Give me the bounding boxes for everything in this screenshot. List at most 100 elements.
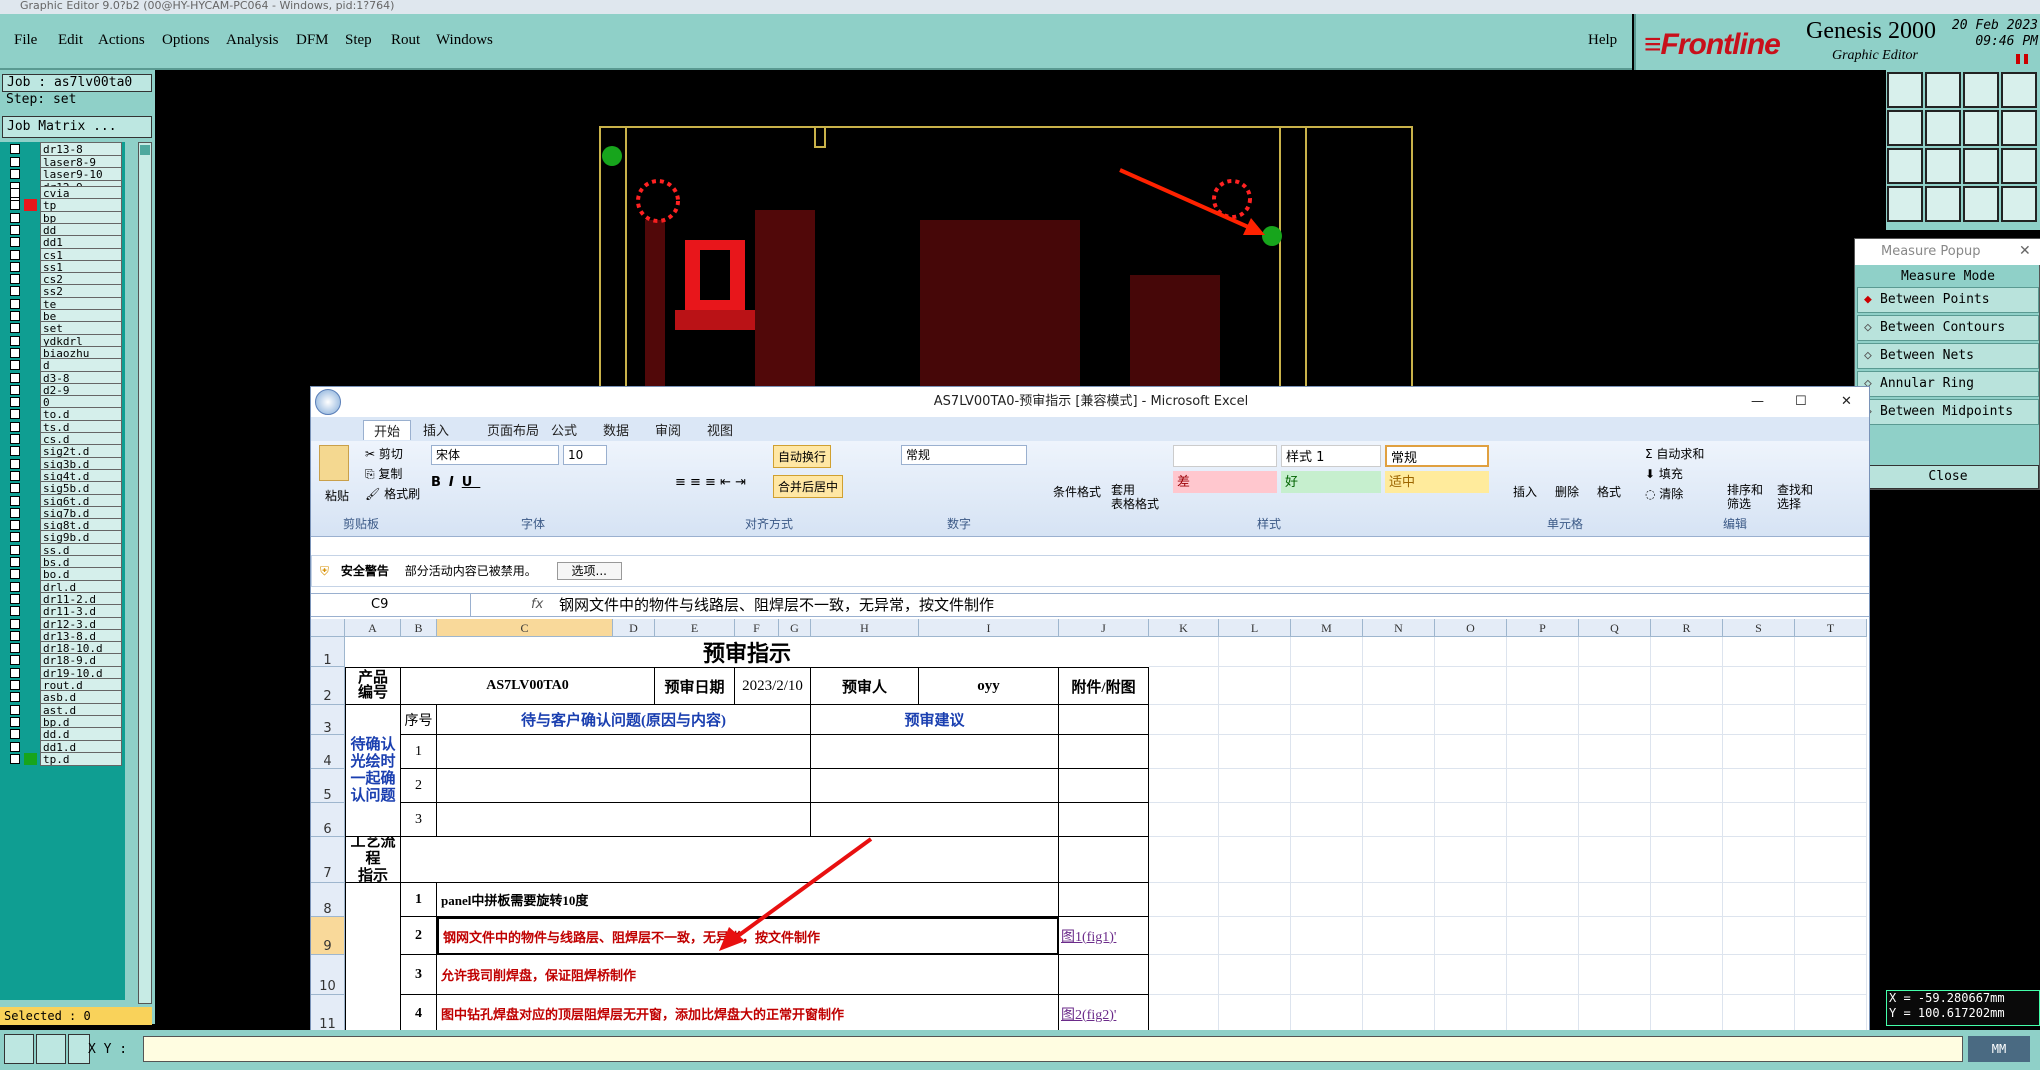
issue-cell[interactable] — [437, 769, 811, 803]
row-header[interactable]: 2 — [311, 667, 345, 705]
style-blank[interactable] — [1173, 445, 1277, 467]
review-date[interactable]: 2023/2/10 — [735, 667, 811, 705]
process-label[interactable]: 工艺流程 指示 — [345, 837, 401, 883]
scroll-up-icon[interactable] — [140, 145, 150, 155]
layer-checkbox[interactable] — [10, 200, 20, 211]
format-painter-button[interactable]: 🖌 格式刷 — [365, 485, 420, 502]
suggest-cell[interactable] — [811, 803, 1059, 837]
tab-1[interactable]: 插入 — [423, 420, 449, 439]
style-1[interactable]: 样式 1 — [1281, 445, 1381, 467]
attach-label[interactable]: 附件/附图 — [1059, 667, 1149, 705]
grid-cell[interactable] — [1579, 837, 1651, 883]
layer-checkbox[interactable] — [10, 323, 20, 334]
cut-button[interactable]: ✂ 剪切 — [365, 445, 403, 462]
grid-cell[interactable] — [1363, 955, 1435, 995]
issue-cell[interactable] — [437, 735, 811, 769]
grid-cell[interactable] — [1435, 995, 1507, 1033]
grid-cell[interactable] — [1723, 917, 1795, 955]
reviewer-label[interactable]: 预审人 — [811, 667, 919, 705]
column-header[interactable]: G — [779, 619, 811, 637]
layer-checkbox[interactable] — [10, 335, 20, 346]
menu-step[interactable]: Step — [345, 32, 372, 49]
layer-checkbox[interactable] — [10, 237, 20, 248]
layer-checkbox[interactable] — [10, 212, 20, 223]
grid-cell[interactable] — [1507, 883, 1579, 917]
issue-cell[interactable] — [437, 803, 811, 837]
tab-5[interactable]: 审阅 — [655, 420, 681, 439]
grid-cell[interactable] — [1219, 667, 1291, 705]
grid-cell[interactable] — [1579, 995, 1651, 1033]
column-header[interactable]: K — [1149, 619, 1219, 637]
grid-cell[interactable] — [1149, 955, 1219, 995]
column-header[interactable]: I — [919, 619, 1059, 637]
product-number[interactable]: AS7LV00TA0 — [401, 667, 655, 705]
grid-cell[interactable] — [1435, 769, 1507, 803]
attach-cell[interactable] — [1059, 769, 1149, 803]
grid-cell[interactable] — [1795, 705, 1867, 735]
suggest-cell[interactable] — [811, 769, 1059, 803]
grid-cell[interactable] — [1291, 883, 1363, 917]
autosum-button[interactable]: Σ 自动求和 — [1645, 445, 1704, 462]
row-header[interactable]: 4 — [311, 735, 345, 769]
tool-icon[interactable] — [2001, 110, 2037, 146]
attach-link[interactable] — [1059, 955, 1149, 995]
grid-cell[interactable] — [1291, 769, 1363, 803]
grid-cell[interactable] — [1507, 637, 1579, 667]
delete-cells-button[interactable]: 删除 — [1555, 483, 1579, 500]
layer-checkbox[interactable] — [10, 618, 20, 629]
item-text[interactable]: 图中钻孔焊盘对应的顶层阻焊层无开窗，添加比焊盘大的正常开窗制作 — [437, 995, 1059, 1033]
column-header[interactable]: Q — [1579, 619, 1651, 637]
grid-cell[interactable] — [1723, 837, 1795, 883]
layer-checkbox[interactable] — [10, 384, 20, 395]
clear-button[interactable]: ◌ 清除 — [1645, 485, 1683, 502]
grid-cell[interactable] — [1795, 667, 1867, 705]
column-header[interactable]: H — [811, 619, 919, 637]
tool-icon[interactable] — [1887, 186, 1923, 222]
style-normal[interactable]: 常规 — [1385, 445, 1489, 467]
grid-cell[interactable] — [1435, 667, 1507, 705]
tool-icon[interactable] — [1925, 72, 1961, 108]
layer-checkbox[interactable] — [10, 569, 20, 580]
grid-cell[interactable] — [1795, 735, 1867, 769]
mode-between-points[interactable]: ◆ Between Points — [1857, 287, 2039, 313]
attach-link[interactable]: 图1(fig1)' — [1059, 917, 1149, 955]
style-bad[interactable]: 差 — [1173, 471, 1277, 493]
grid-cell[interactable] — [1219, 955, 1291, 995]
grid-cell[interactable] — [1291, 995, 1363, 1033]
layer-checkbox[interactable] — [10, 667, 20, 678]
layer-checkbox[interactable] — [10, 557, 20, 567]
tool-icon[interactable] — [1925, 110, 1961, 146]
grid-cell[interactable] — [1291, 705, 1363, 735]
style-good[interactable]: 好 — [1281, 471, 1381, 493]
grid-cell[interactable] — [1219, 837, 1291, 883]
layer-checkbox[interactable] — [10, 483, 20, 494]
grid-cell[interactable] — [1149, 883, 1219, 917]
grid-cell[interactable] — [1795, 769, 1867, 803]
grid-cell[interactable] — [1435, 955, 1507, 995]
tool-icon[interactable] — [1887, 110, 1923, 146]
grid-cell[interactable] — [1435, 637, 1507, 667]
find-select-button[interactable]: 查找和 选择 — [1777, 483, 1813, 511]
tool-icon[interactable] — [1887, 72, 1923, 108]
fx-icon[interactable]: fx — [531, 594, 543, 616]
item-number[interactable]: 1 — [401, 883, 437, 917]
tool-icon[interactable] — [1887, 148, 1923, 184]
layer-checkbox[interactable] — [10, 249, 20, 260]
formula-input[interactable]: 钢网文件中的物件与线路层、阻焊层不一致，无异常，按文件制作 — [559, 594, 994, 616]
grid-cell[interactable] — [1723, 705, 1795, 735]
grid-cell[interactable] — [1579, 917, 1651, 955]
attach-link[interactable]: 图2(fig2)' — [1059, 995, 1149, 1033]
column-header[interactable]: T — [1795, 619, 1867, 637]
grid-cell[interactable] — [1723, 883, 1795, 917]
layer-checkbox[interactable] — [10, 188, 20, 198]
layer-checkbox[interactable] — [10, 286, 20, 297]
grid-cell[interactable] — [1363, 735, 1435, 769]
item-number[interactable]: 3 — [401, 955, 437, 995]
row-header[interactable]: 10 — [311, 955, 345, 995]
item-text[interactable]: 钢网文件中的物件与线路层、阻焊层不一致，无异常，按文件制作 — [437, 917, 1059, 955]
layer-checkbox[interactable] — [10, 630, 20, 641]
paste-icon[interactable] — [319, 445, 349, 481]
grid-cell[interactable] — [1651, 803, 1723, 837]
column-header[interactable]: E — [655, 619, 735, 637]
grid-cell[interactable] — [1149, 917, 1219, 955]
